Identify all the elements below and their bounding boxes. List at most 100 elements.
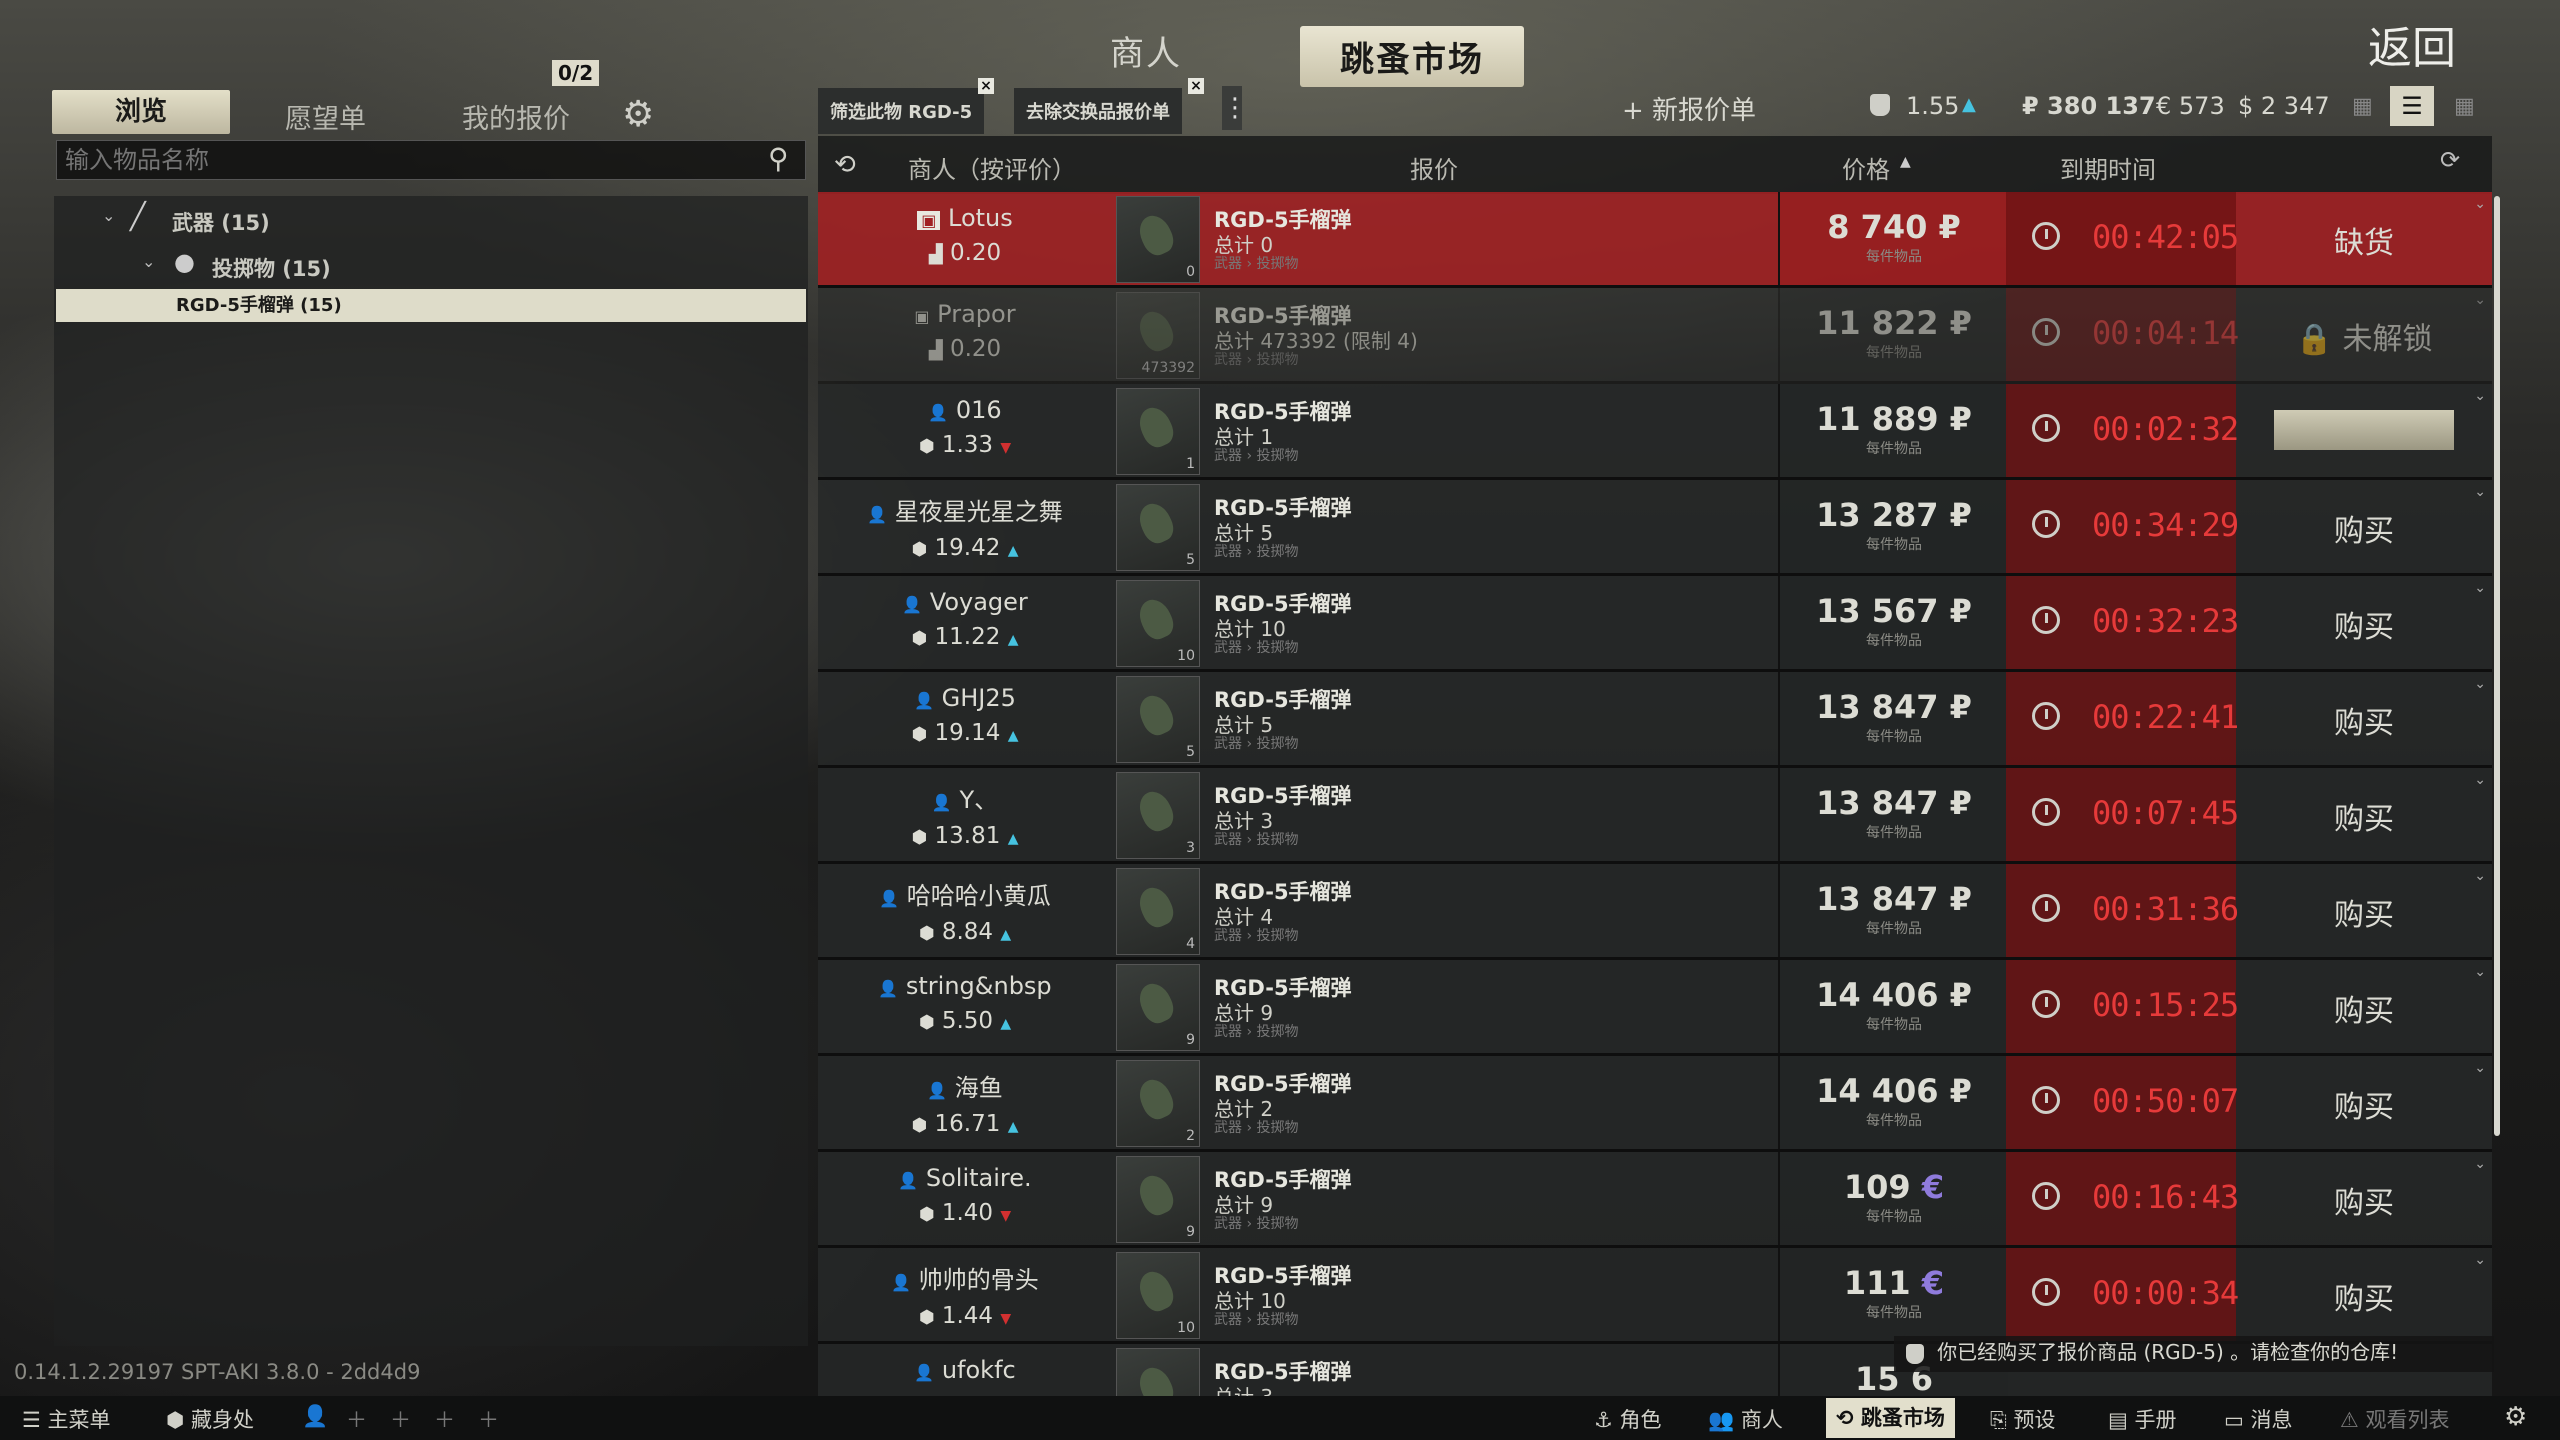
table-row[interactable]: 👤 帅帅的骨头 ⬢ 1.44 ▼ 10 RGD-5手榴弹 总计 10 武器 › 投掷物 11… [818, 1248, 2492, 1344]
buy-button[interactable]: 购买 [2236, 1082, 2492, 1126]
chevron-down-icon[interactable]: ⌄ [2474, 1252, 2486, 1268]
item-thumbnail[interactable]: 0 [1116, 196, 1200, 283]
chevron-down-icon[interactable]: ⌄ [2474, 868, 2486, 884]
item-thumbnail[interactable]: 5 [1116, 484, 1200, 571]
nav-flea-market[interactable]: 跳蚤市场 [1300, 26, 1524, 87]
item-thumbnail[interactable]: 473392 [1116, 292, 1200, 379]
buy-button[interactable]: 购买 [2236, 506, 2492, 550]
chevron-down-icon[interactable]: ⌄ [2474, 772, 2486, 788]
close-icon[interactable]: × [1188, 78, 1204, 94]
chevron-down-icon[interactable]: ⌄ [142, 252, 155, 271]
list-view-icon[interactable]: ☰ [2390, 86, 2434, 126]
column-price[interactable]: 价格 [1842, 150, 1890, 185]
seller-cell[interactable]: 👤 Solitaire. ⬢ 1.40 ▼ [818, 1152, 1112, 1245]
buy-button[interactable]: 购买 [2236, 986, 2492, 1030]
seller-cell[interactable]: 👤 016 ⬢ 1.33 ▼ [818, 384, 1112, 477]
seller-cell[interactable]: 👤 星夜星光星之舞 ⬢ 19.42 ▲ [818, 480, 1112, 573]
buy-button[interactable]: 购买 [2236, 1274, 2492, 1318]
item-thumbnail[interactable]: 10 [1116, 580, 1200, 667]
chevron-down-icon[interactable]: ⌄ [2474, 964, 2486, 980]
tree-item-rgd5[interactable]: RGD-5手榴弹 (15) [56, 289, 806, 322]
seller-cell[interactable]: ▣ Lotus ▟ 0.20 [818, 192, 1112, 285]
filter-chip-rgd5[interactable]: 筛选此物 RGD-5 [818, 88, 985, 134]
nav-traders[interactable]: 商人 [1110, 26, 1182, 75]
table-row[interactable]: 👤 海鱼 ⬢ 16.71 ▲ 2 RGD-5手榴弹 总计 2 武器 › 投掷物 14 406… [818, 1056, 2492, 1152]
tile-view-icon[interactable]: ▦ [2454, 94, 2475, 119]
buy-button[interactable]: 购买 [2236, 698, 2492, 742]
table-row[interactable]: 👤 GHJ25 ⬢ 19.14 ▲ 5 RGD-5手榴弹 总计 5 武器 › 投掷物 13 … [818, 672, 2492, 768]
quick-slot-add-icon[interactable]: ＋ [390, 1404, 411, 1434]
table-row[interactable]: 👤 哈哈哈小黄瓜 ⬢ 8.84 ▲ 4 RGD-5手榴弹 总计 4 武器 › 投掷物 13 … [818, 864, 2492, 960]
tab-wishlist[interactable]: 愿望单 [285, 97, 366, 136]
item-thumbnail[interactable]: 9 [1116, 964, 1200, 1051]
tree-throwables[interactable]: 投掷物 (15) [212, 253, 331, 283]
gear-icon[interactable]: ⚙ [622, 94, 654, 135]
chevron-down-icon[interactable]: ⌄ [2474, 196, 2486, 212]
scrollbar[interactable] [2494, 196, 2500, 1136]
back-button[interactable]: 返回 [2368, 12, 2456, 76]
character-button[interactable]: ⚓ 角色 [1594, 1404, 1662, 1434]
player-icon[interactable]: 👤 [302, 1404, 328, 1429]
quick-slot-add-icon[interactable]: ＋ [346, 1404, 367, 1434]
tree-weapons[interactable]: 武器 (15) [172, 207, 270, 237]
quick-slot-add-icon[interactable]: ＋ [434, 1404, 455, 1434]
search-icon[interactable]: ⚲ [768, 142, 789, 175]
settings-icon[interactable]: ⚙ [2504, 1402, 2527, 1432]
buy-button[interactable]: 购买 [2236, 794, 2492, 838]
table-row[interactable]: ▣ Prapor ▟ 0.20 473392 RGD-5手榴弹 总计 473392 (… [818, 288, 2492, 384]
buy-button[interactable]: 购买 [2236, 1178, 2492, 1222]
column-offer[interactable]: 报价 [1410, 150, 1458, 185]
chevron-down-icon[interactable]: ⌄ [2474, 676, 2486, 692]
item-thumbnail[interactable]: 9 [1116, 1156, 1200, 1243]
table-row[interactable]: 👤 Solitaire. ⬢ 1.40 ▼ 9 RGD-5手榴弹 总计 9 武器 › 投掷… [818, 1152, 2492, 1248]
tab-my-offers[interactable]: 我的报价 [462, 97, 570, 136]
seller-cell[interactable]: 👤 GHJ25 ⬢ 19.14 ▲ [818, 672, 1112, 765]
table-row[interactable]: 👤 string&nbsp ⬢ 5.50 ▲ 9 RGD-5手榴弹 总计 9 武器 › 投… [818, 960, 2492, 1056]
item-thumbnail[interactable]: 2 [1116, 1060, 1200, 1147]
new-offer-button[interactable]: + 新报价单 [1622, 90, 1756, 127]
traders-button[interactable]: 👥 商人 [1708, 1404, 1783, 1434]
refresh-icon[interactable]: ⟲ [834, 150, 856, 180]
chevron-down-icon[interactable]: ⌄ [2474, 388, 2486, 404]
item-thumbnail[interactable]: 10 [1116, 1252, 1200, 1339]
table-row[interactable]: 👤 星夜星光星之舞 ⬢ 19.42 ▲ 5 RGD-5手榴弹 总计 5 武器 › 投掷物 1… [818, 480, 2492, 576]
watchlist-button[interactable]: ⚠ 观看列表 [2340, 1404, 2450, 1434]
hideout-button[interactable]: ⬢ 藏身处 [166, 1404, 254, 1434]
main-menu-button[interactable]: ☰ 主菜单 [22, 1404, 111, 1434]
item-thumbnail[interactable]: 1 [1116, 388, 1200, 475]
seller-cell[interactable]: 👤 string&nbsp ⬢ 5.50 ▲ [818, 960, 1112, 1053]
chevron-down-icon[interactable]: ⌄ [2474, 1156, 2486, 1172]
chevron-down-icon[interactable]: ⌄ [2474, 292, 2486, 308]
buy-button[interactable]: 购买 [2236, 890, 2492, 934]
seller-cell[interactable]: 👤 Y、 ⬢ 13.81 ▲ [818, 768, 1112, 861]
close-icon[interactable]: × [978, 78, 994, 94]
handbook-button[interactable]: ▤ 手册 [2108, 1404, 2177, 1434]
buy-button[interactable]: 购买 [2236, 602, 2492, 646]
auto-refresh-icon[interactable]: ⟳ [2440, 146, 2460, 174]
buy-button[interactable]: 缺货 [2236, 218, 2492, 262]
seller-cell[interactable]: 👤 Voyager ⬢ 11.22 ▲ [818, 576, 1112, 669]
tab-browse[interactable]: 浏览 [52, 90, 230, 134]
table-row[interactable]: 👤 016 ⬢ 1.33 ▼ 1 RGD-5手榴弹 总计 1 武器 › 投掷物 11 889… [818, 384, 2492, 480]
search-input[interactable] [56, 140, 806, 180]
chevron-down-icon[interactable]: ⌄ [2474, 1060, 2486, 1076]
flea-market-button[interactable]: ⟲ 跳蚤市场 [1826, 1398, 1955, 1438]
seller-cell[interactable]: 👤 海鱼 ⬢ 16.71 ▲ [818, 1056, 1112, 1149]
presets-button[interactable]: ⎘ 预设 [1990, 1404, 2055, 1434]
seller-cell[interactable]: 👤 哈哈哈小黄瓜 ⬢ 8.84 ▲ [818, 864, 1112, 957]
table-row[interactable]: 👤 Voyager ⬢ 11.22 ▲ 10 RGD-5手榴弹 总计 10 武器 › 投掷… [818, 576, 2492, 672]
seller-cell[interactable]: 👤 帅帅的骨头 ⬢ 1.44 ▼ [818, 1248, 1112, 1341]
more-options-icon[interactable]: ⋮ [1222, 86, 1248, 130]
column-seller[interactable]: 商人（按评价） [908, 150, 1076, 185]
item-thumbnail[interactable]: 4 [1116, 868, 1200, 955]
buy-button-hover[interactable] [2274, 410, 2454, 450]
column-expires[interactable]: 到期时间 [2060, 150, 2156, 185]
table-row[interactable]: 👤 Y、 ⬢ 13.81 ▲ 3 RGD-5手榴弹 总计 3 武器 › 投掷物 13 847… [818, 768, 2492, 864]
messages-button[interactable]: ▭ 消息 [2224, 1404, 2293, 1434]
grid-view-icon[interactable]: ▦ [2352, 94, 2373, 119]
table-row[interactable]: ▣ Lotus ▟ 0.20 0 RGD-5手榴弹 总计 0 武器 › 投掷物 8 740… [818, 192, 2492, 288]
chevron-down-icon[interactable]: ⌄ [2474, 580, 2486, 596]
chevron-down-icon[interactable]: ⌄ [2474, 484, 2486, 500]
item-thumbnail[interactable]: 5 [1116, 676, 1200, 763]
seller-cell[interactable]: ▣ Prapor ▟ 0.20 [818, 288, 1112, 381]
